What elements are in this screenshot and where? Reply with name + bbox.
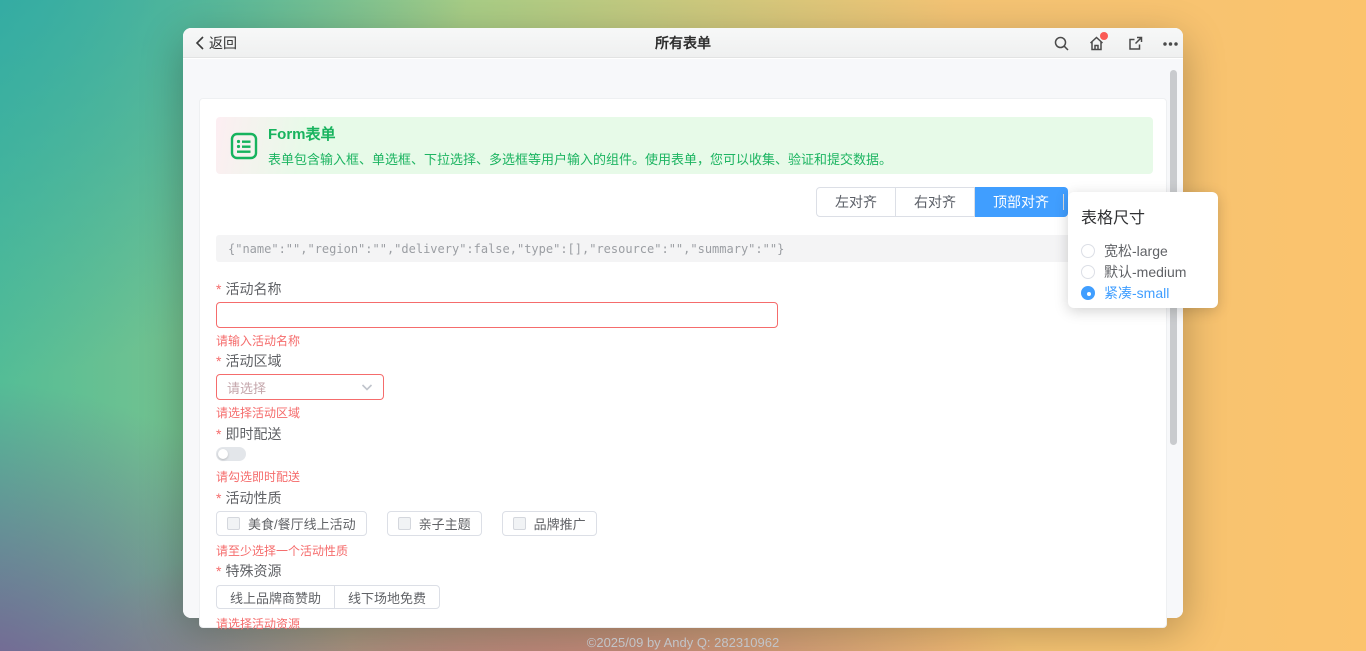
name-input[interactable] [216,302,778,328]
form-icon [230,132,258,160]
size-option-medium[interactable]: 默认-medium [1081,261,1218,282]
banner-text: Form表单 表单包含输入框、单选框、下拉选择、多选框等用户输入的组件。使用表单… [268,123,892,168]
copyright-footer: ©2025/09 by Andy Q: 282310962 [183,635,1183,650]
radio-label: 默认-medium [1104,262,1186,282]
home-icon[interactable] [1088,35,1105,52]
field-label-name: *活动名称 [216,279,281,299]
radio-icon [1081,286,1095,300]
radio-icon [1081,265,1095,279]
label-text: 特殊资源 [225,563,281,579]
checkbox-icon [513,517,526,530]
radio-resource-offline[interactable]: 线下场地免费 [334,585,440,609]
label-text: 即时配送 [225,426,281,442]
banner-description: 表单包含输入框、单选框、下拉选择、多选框等用户输入的组件。使用表单，您可以收集、… [268,149,892,168]
checkbox-label: 亲子主题 [419,514,471,533]
required-mark: * [216,281,221,297]
required-mark: * [216,490,221,506]
checkbox-icon [398,517,411,530]
checkbox-type-food[interactable]: 美食/餐厅线上活动 [216,511,367,536]
form-card: Form表单 表单包含输入框、单选框、下拉选择、多选框等用户输入的组件。使用表单… [199,98,1167,628]
content-area: Form表单 表单包含输入框、单选框、下拉选择、多选框等用户输入的组件。使用表单… [183,59,1183,618]
size-option-small[interactable]: 紧凑-small [1081,282,1218,303]
checkbox-type-family[interactable]: 亲子主题 [387,511,482,536]
checkbox-label: 品牌推广 [534,514,586,533]
radio-resource-online[interactable]: 线上品牌商赞助 [216,585,334,609]
checkbox-label: 美食/餐厅线上活动 [248,514,356,533]
region-error: 请选择活动区域 [216,404,300,421]
resource-error: 请选择活动资源 [216,615,300,632]
select-placeholder: 请选择 [227,378,266,397]
app-window: 返回 所有表单 [183,28,1183,618]
form-banner: Form表单 表单包含输入框、单选框、下拉选择、多选框等用户输入的组件。使用表单… [216,117,1153,174]
label-text: 活动区域 [225,353,281,369]
field-label-delivery: *即时配送 [216,424,281,444]
delivery-switch[interactable] [216,447,246,461]
open-external-icon[interactable] [1127,35,1144,52]
checkbox-type-brand[interactable]: 品牌推广 [502,511,597,536]
label-text: 活动性质 [225,490,281,506]
title-bar: 返回 所有表单 [183,28,1183,58]
size-option-large[interactable]: 宽松-large [1081,240,1218,261]
required-mark: * [216,353,221,369]
table-size-dropdown: 表格尺寸 宽松-large 默认-medium 紧凑-small [1068,192,1218,308]
banner-title: Form表单 [268,123,892,144]
field-label-resource: *特殊资源 [216,561,281,581]
page-title: 所有表单 [183,28,1183,58]
switch-knob [218,449,228,459]
field-label-type: *活动性质 [216,488,281,508]
resource-radio-group: 线上品牌商赞助 线下场地免费 [216,585,440,609]
delivery-error: 请勾选即时配送 [216,468,300,485]
more-menu-icon[interactable] [1162,35,1179,52]
label-text: 活动名称 [225,281,281,297]
align-top-button[interactable]: 顶部对齐 [975,187,1068,217]
type-error: 请至少选择一个活动性质 [216,542,348,559]
chevron-down-icon [361,381,373,393]
form-json-preview: {"name":"","region":"","delivery":false,… [216,235,1153,262]
align-left-button[interactable]: 左对齐 [816,187,896,217]
required-mark: * [216,426,221,442]
required-mark: * [216,563,221,579]
radio-label: 紧凑-small [1104,283,1169,303]
checkbox-icon [227,517,240,530]
dropdown-title: 表格尺寸 [1081,204,1218,228]
align-right-button[interactable]: 右对齐 [896,187,975,217]
toolbar-divider [1063,194,1064,210]
radio-label: 宽松-large [1104,241,1168,261]
type-checkbox-group: 美食/餐厅线上活动 亲子主题 品牌推广 [216,511,597,536]
name-error: 请输入活动名称 [216,332,300,349]
align-button-group: 左对齐 右对齐 顶部对齐 [816,187,1068,217]
search-icon[interactable] [1053,35,1070,52]
radio-icon [1081,244,1095,258]
notification-dot [1100,32,1108,40]
region-select[interactable]: 请选择 [216,374,384,400]
field-label-region: *活动区域 [216,351,281,371]
